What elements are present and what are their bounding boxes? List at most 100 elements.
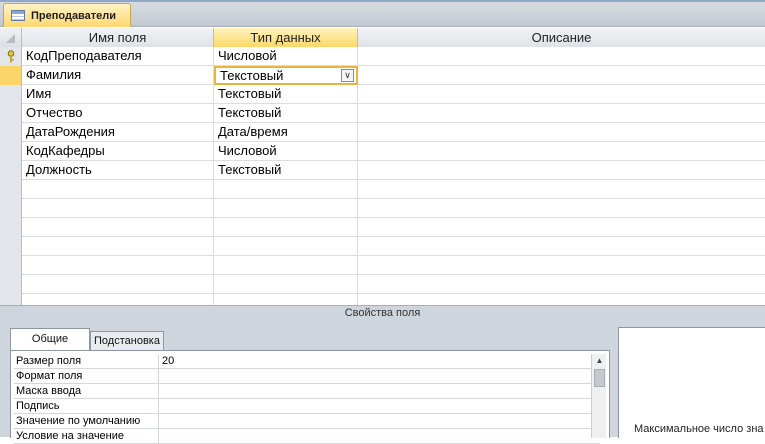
field-name-cell[interactable]: Должность <box>22 161 214 180</box>
grid-row-empty[interactable] <box>0 275 765 294</box>
description-cell[interactable] <box>358 104 765 123</box>
data-type-cell[interactable] <box>214 199 358 218</box>
grid-row-empty[interactable] <box>0 218 765 237</box>
data-type-cell[interactable] <box>214 237 358 256</box>
property-label: Подпись <box>16 400 60 412</box>
field-name-cell[interactable]: Фамилия <box>22 66 214 85</box>
property-value-input[interactable]: 20 <box>158 354 600 369</box>
field-name-cell[interactable] <box>22 218 214 237</box>
description-cell[interactable] <box>358 237 765 256</box>
select-all-corner[interactable] <box>0 28 22 47</box>
description-cell[interactable] <box>358 161 765 180</box>
row-selector[interactable] <box>0 47 22 66</box>
description-cell[interactable] <box>358 256 765 275</box>
grid-row[interactable]: Отчество Текстовый <box>0 104 765 123</box>
properties-scrollbar[interactable]: ▲ <box>591 354 606 438</box>
property-label: Формат поля <box>16 370 83 382</box>
data-type-cell[interactable]: Дата/время <box>214 123 358 142</box>
properties-list: Размер поля 20 Формат поля Маска ввода Подпи… <box>10 350 610 444</box>
data-type-cell[interactable] <box>214 275 358 294</box>
column-header-field-name[interactable]: Имя поля <box>22 28 214 47</box>
row-selector[interactable] <box>0 237 22 256</box>
row-selector[interactable] <box>0 218 22 237</box>
property-value-input[interactable] <box>158 414 600 429</box>
grid-row[interactable]: ДатаРождения Дата/время <box>0 123 765 142</box>
grid-header: Имя поля Тип данных Описание <box>0 28 765 47</box>
primary-key-icon <box>7 50 15 63</box>
description-cell[interactable] <box>358 218 765 237</box>
field-name-cell[interactable] <box>22 180 214 199</box>
row-selector[interactable] <box>0 180 22 199</box>
property-help-text: Максимальное число зна <box>634 423 764 435</box>
property-label: Значение по умолчанию <box>16 415 141 427</box>
grid-row[interactable]: Должность Текстовый <box>0 161 765 180</box>
description-cell[interactable] <box>358 180 765 199</box>
data-type-cell[interactable]: Числовой <box>214 47 358 66</box>
document-tab-strip: Преподаватели <box>0 0 765 27</box>
description-cell[interactable] <box>358 66 765 85</box>
scroll-up-arrow-icon[interactable]: ▲ <box>592 354 607 367</box>
data-type-cell[interactable]: Текстовый ∨ <box>214 66 358 85</box>
row-selector[interactable] <box>0 294 22 305</box>
field-name-cell[interactable] <box>22 199 214 218</box>
grid-row-empty[interactable] <box>0 199 765 218</box>
description-cell[interactable] <box>358 85 765 104</box>
chevron-down-icon[interactable]: ∨ <box>341 69 354 82</box>
scroll-thumb[interactable] <box>594 369 605 387</box>
row-selector[interactable] <box>0 85 22 104</box>
grid-row-empty[interactable] <box>0 237 765 256</box>
data-type-cell[interactable]: Текстовый <box>214 161 358 180</box>
field-name-cell[interactable] <box>22 237 214 256</box>
property-label: Размер поля <box>16 355 82 367</box>
property-value-input[interactable] <box>158 369 600 384</box>
row-selector[interactable] <box>0 66 22 85</box>
document-tab-label: Преподаватели <box>31 9 117 22</box>
document-tab[interactable]: Преподаватели <box>3 3 131 27</box>
field-name-cell[interactable]: Имя <box>22 85 214 104</box>
column-header-description[interactable]: Описание <box>358 28 765 47</box>
tab-general[interactable]: Общие <box>10 328 90 351</box>
description-cell[interactable] <box>358 199 765 218</box>
property-value-input[interactable] <box>158 399 600 414</box>
column-header-data-type[interactable]: Тип данных <box>214 28 358 47</box>
grid-row[interactable]: КодКафедры Числовой <box>0 142 765 161</box>
data-type-cell[interactable]: Числовой <box>214 142 358 161</box>
grid-row-empty[interactable] <box>0 180 765 199</box>
row-selector[interactable] <box>0 256 22 275</box>
property-value-input[interactable] <box>158 384 600 399</box>
row-selector[interactable] <box>0 123 22 142</box>
field-name-cell[interactable]: КодПреподавателя <box>22 47 214 66</box>
row-selector[interactable] <box>0 161 22 180</box>
data-type-cell[interactable] <box>214 218 358 237</box>
data-type-cell[interactable] <box>214 180 358 199</box>
field-name-cell[interactable] <box>22 256 214 275</box>
data-type-cell[interactable]: Текстовый <box>214 104 358 123</box>
corner-triangle-icon <box>6 34 15 43</box>
grid-row-empty[interactable] <box>0 294 765 305</box>
row-selector[interactable] <box>0 142 22 161</box>
grid-row[interactable]: Имя Текстовый <box>0 85 765 104</box>
description-cell[interactable] <box>358 47 765 66</box>
field-name-cell[interactable]: ДатаРождения <box>22 123 214 142</box>
tab-lookup[interactable]: Подстановка <box>90 331 164 350</box>
table-design-grid: Имя поля Тип данных Описание КодПреподав… <box>0 28 765 305</box>
data-type-cell[interactable] <box>214 294 358 305</box>
grid-row-empty[interactable] <box>0 256 765 275</box>
field-properties-pane: Свойства поля Общие Подстановка Размер п… <box>0 305 765 444</box>
field-name-cell[interactable]: Отчество <box>22 104 214 123</box>
description-cell[interactable] <box>358 142 765 161</box>
grid-row[interactable]: Фамилия Текстовый ∨ <box>0 66 765 85</box>
field-name-cell[interactable] <box>22 275 214 294</box>
row-selector[interactable] <box>0 104 22 123</box>
row-selector[interactable] <box>0 199 22 218</box>
description-cell[interactable] <box>358 123 765 142</box>
data-type-cell[interactable]: Текстовый <box>214 85 358 104</box>
property-row: Значение по умолчанию <box>14 414 600 429</box>
row-selector[interactable] <box>0 275 22 294</box>
field-name-cell[interactable] <box>22 294 214 305</box>
description-cell[interactable] <box>358 294 765 305</box>
description-cell[interactable] <box>358 275 765 294</box>
grid-row[interactable]: КодПреподавателя Числовой <box>0 47 765 66</box>
data-type-cell[interactable] <box>214 256 358 275</box>
field-name-cell[interactable]: КодКафедры <box>22 142 214 161</box>
